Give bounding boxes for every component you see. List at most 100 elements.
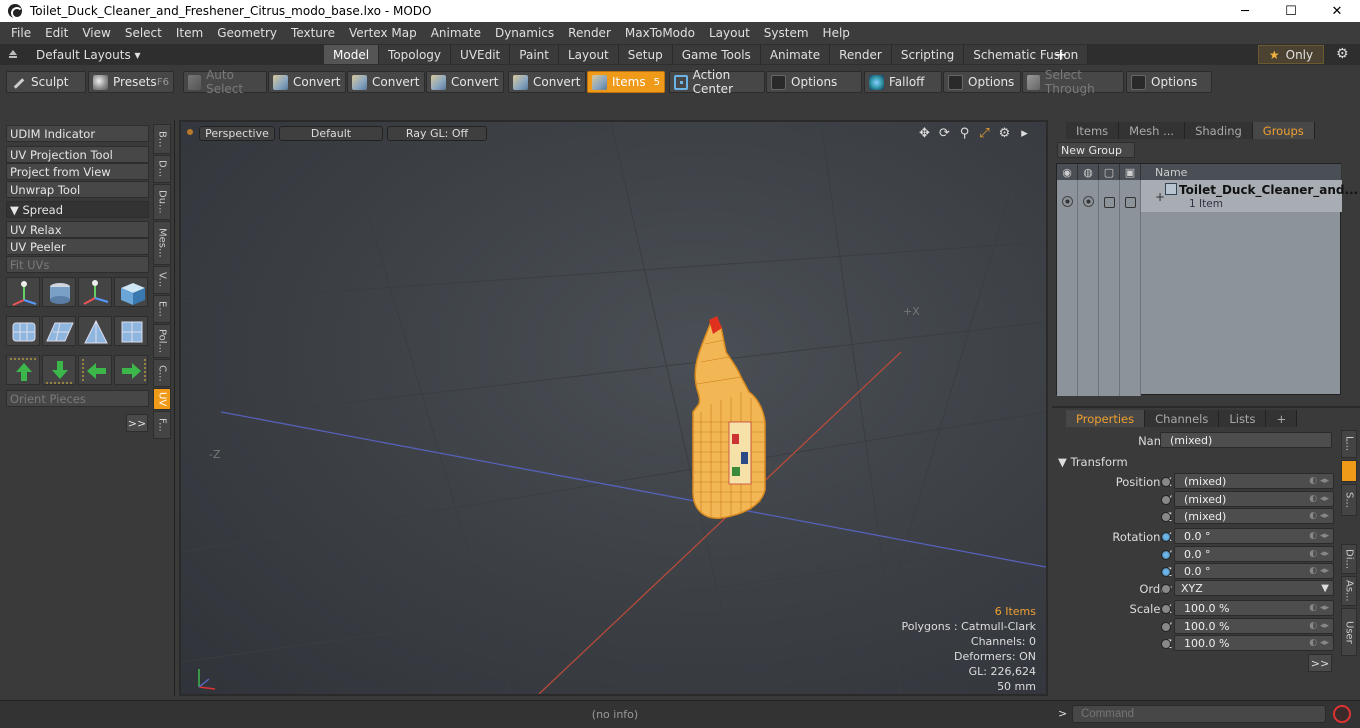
maximize-button[interactable]: ☐ bbox=[1268, 0, 1314, 22]
row-visibility-icon[interactable] bbox=[1062, 196, 1073, 207]
vtab-curve[interactable]: C... bbox=[153, 359, 171, 387]
convert-button-4[interactable]: Convert bbox=[508, 71, 586, 93]
record-macro-icon[interactable] bbox=[1333, 705, 1351, 723]
menu-help[interactable]: Help bbox=[816, 26, 857, 40]
zoom-view-icon[interactable]: ⚲ bbox=[957, 126, 972, 141]
rotation-z-key[interactable] bbox=[1161, 567, 1171, 577]
row-render-icon[interactable] bbox=[1083, 196, 1094, 207]
command-input[interactable] bbox=[1072, 705, 1326, 723]
arrow-left-icon[interactable] bbox=[78, 355, 112, 385]
uv-sphere-grid-icon[interactable] bbox=[6, 316, 40, 346]
render-icon[interactable]: ◍ bbox=[1078, 164, 1099, 180]
scale-y-key[interactable] bbox=[1161, 622, 1171, 632]
vtab-polygon[interactable]: Pol... bbox=[153, 324, 171, 358]
menu-dynamics[interactable]: Dynamics bbox=[488, 26, 561, 40]
tab-schematic-fusion[interactable]: Schematic Fusion bbox=[964, 45, 1089, 64]
position-x-field[interactable]: (mixed) ◐ ◂▸ bbox=[1174, 473, 1334, 489]
action-center-options-button[interactable]: Options bbox=[766, 71, 862, 93]
presets-button[interactable]: Presets F6 bbox=[88, 71, 174, 93]
scale-x-key[interactable] bbox=[1161, 604, 1171, 614]
menu-maxtomodo[interactable]: MaxToModo bbox=[618, 26, 702, 40]
rotation-y-field[interactable]: 0.0 ° ◐ ◂▸ bbox=[1174, 546, 1334, 562]
tab-uvedit[interactable]: UVEdit bbox=[451, 45, 511, 64]
vtab-active[interactable] bbox=[1341, 460, 1357, 482]
menu-item[interactable]: Item bbox=[169, 26, 210, 40]
row-select-checkbox[interactable] bbox=[1125, 197, 1136, 208]
expand-toggle[interactable]: + bbox=[1155, 190, 1165, 204]
more-properties-button[interactable]: >> bbox=[1308, 654, 1332, 672]
rotate-view-icon[interactable]: ⟳ bbox=[937, 126, 952, 141]
close-button[interactable]: ✕ bbox=[1314, 0, 1360, 22]
tab-model[interactable]: Model bbox=[324, 45, 380, 64]
rotation-y-key[interactable] bbox=[1161, 550, 1171, 560]
tab-channels[interactable]: Channels bbox=[1145, 410, 1220, 427]
convert-button-2[interactable]: Convert bbox=[347, 71, 425, 93]
vtab-edge[interactable]: E... bbox=[153, 295, 171, 323]
uv-cube-grid-icon[interactable] bbox=[114, 316, 148, 346]
rotation-x-field[interactable]: 0.0 ° ◐ ◂▸ bbox=[1174, 528, 1334, 544]
tab-groups[interactable]: Groups bbox=[1252, 122, 1315, 139]
viewport-menu-dot[interactable] bbox=[187, 129, 193, 135]
falloff-options-button[interactable]: Options bbox=[943, 71, 1021, 93]
group-row[interactable]: + Toilet_Duck_Cleaner_and... 1 Item bbox=[1141, 180, 1358, 212]
uv-relax-button[interactable]: UV Relax bbox=[6, 221, 149, 238]
menu-layout[interactable]: Layout bbox=[702, 26, 757, 40]
add-tab-button[interactable]: + bbox=[1054, 44, 1067, 65]
falloff-button[interactable]: Falloff bbox=[864, 71, 942, 93]
convert-button-1[interactable]: Convert bbox=[268, 71, 346, 93]
menu-animate[interactable]: Animate bbox=[424, 26, 488, 40]
maximize-view-icon[interactable]: ⤢ bbox=[977, 126, 992, 141]
position-y-field[interactable]: (mixed) ◐ ◂▸ bbox=[1174, 491, 1334, 507]
items-mode-button[interactable]: Items 5 bbox=[587, 71, 665, 93]
vtab-user[interactable]: User bbox=[1341, 608, 1357, 656]
menu-file[interactable]: File bbox=[4, 26, 38, 40]
uv-box-icon[interactable] bbox=[114, 277, 148, 307]
tab-layout[interactable]: Layout bbox=[558, 45, 619, 64]
default-layouts-dropdown[interactable]: Default Layouts ▾ bbox=[0, 48, 180, 62]
transform-section-header[interactable]: ▼ Transform bbox=[1058, 455, 1128, 469]
lock-icon[interactable]: ▢ bbox=[1099, 164, 1120, 180]
name-field[interactable]: (mixed) bbox=[1160, 432, 1332, 448]
row-lock-checkbox[interactable] bbox=[1104, 197, 1115, 208]
command-history-arrow[interactable]: > bbox=[1058, 707, 1067, 720]
tab-setup[interactable]: Setup bbox=[618, 45, 673, 64]
tab-paint[interactable]: Paint bbox=[510, 45, 559, 64]
udim-indicator-button[interactable]: UDIM Indicator bbox=[6, 125, 149, 142]
more-tools-button[interactable]: >> bbox=[126, 414, 148, 432]
menu-geometry[interactable]: Geometry bbox=[210, 26, 284, 40]
unwrap-tool-button[interactable]: Unwrap Tool bbox=[6, 181, 149, 198]
uv-transform-icon[interactable] bbox=[6, 277, 40, 307]
menu-vertex-map[interactable]: Vertex Map bbox=[342, 26, 424, 40]
tab-topology[interactable]: Topology bbox=[379, 45, 452, 64]
new-group-button[interactable]: New Group bbox=[1057, 142, 1135, 158]
uv-axis-icon[interactable] bbox=[78, 277, 112, 307]
3d-viewport[interactable]: Perspective Default Ray GL: Off ✥ ⟳ ⚲ ⤢ … bbox=[179, 120, 1048, 696]
perspective-view-dropdown[interactable]: Perspective bbox=[199, 126, 275, 141]
position-z-field[interactable]: (mixed) ◐ ◂▸ bbox=[1174, 508, 1334, 524]
vtab-assembly[interactable]: As... bbox=[1341, 576, 1357, 606]
menu-edit[interactable]: Edit bbox=[38, 26, 75, 40]
arrow-right-icon[interactable] bbox=[114, 355, 148, 385]
select-through-options-button[interactable]: Options bbox=[1126, 71, 1212, 93]
menu-render[interactable]: Render bbox=[561, 26, 618, 40]
tab-mesh[interactable]: Mesh ... bbox=[1119, 122, 1186, 139]
uv-pyramid-icon[interactable] bbox=[78, 316, 112, 346]
viewport-settings-icon[interactable]: ⚙ bbox=[997, 126, 1012, 141]
position-y-key[interactable] bbox=[1161, 495, 1171, 505]
uv-projection-tool-button[interactable]: UV Projection Tool bbox=[6, 146, 149, 163]
vtab-uv[interactable]: UV bbox=[153, 388, 171, 410]
tab-lists[interactable]: Lists bbox=[1219, 410, 1267, 427]
sculpt-button[interactable]: Sculpt bbox=[6, 71, 86, 93]
orient-pieces-button[interactable]: Orient Pieces bbox=[6, 390, 149, 407]
vtab-locator[interactable]: L... bbox=[1341, 430, 1357, 458]
vtab-mesh-edit[interactable]: Mes... bbox=[153, 221, 171, 265]
visibility-eye-icon[interactable]: ◉ bbox=[1057, 164, 1078, 180]
select-icon[interactable]: ▣ bbox=[1120, 164, 1141, 180]
scale-y-field[interactable]: 100.0 % ◐ ◂▸ bbox=[1174, 618, 1334, 634]
only-toggle-button[interactable]: ★ Only bbox=[1258, 45, 1324, 64]
move-view-icon[interactable]: ✥ bbox=[917, 126, 932, 141]
tab-shading[interactable]: Shading bbox=[1185, 122, 1253, 139]
tab-animate[interactable]: Animate bbox=[760, 45, 831, 64]
scale-z-key[interactable] bbox=[1161, 639, 1171, 649]
menu-system[interactable]: System bbox=[757, 26, 816, 40]
